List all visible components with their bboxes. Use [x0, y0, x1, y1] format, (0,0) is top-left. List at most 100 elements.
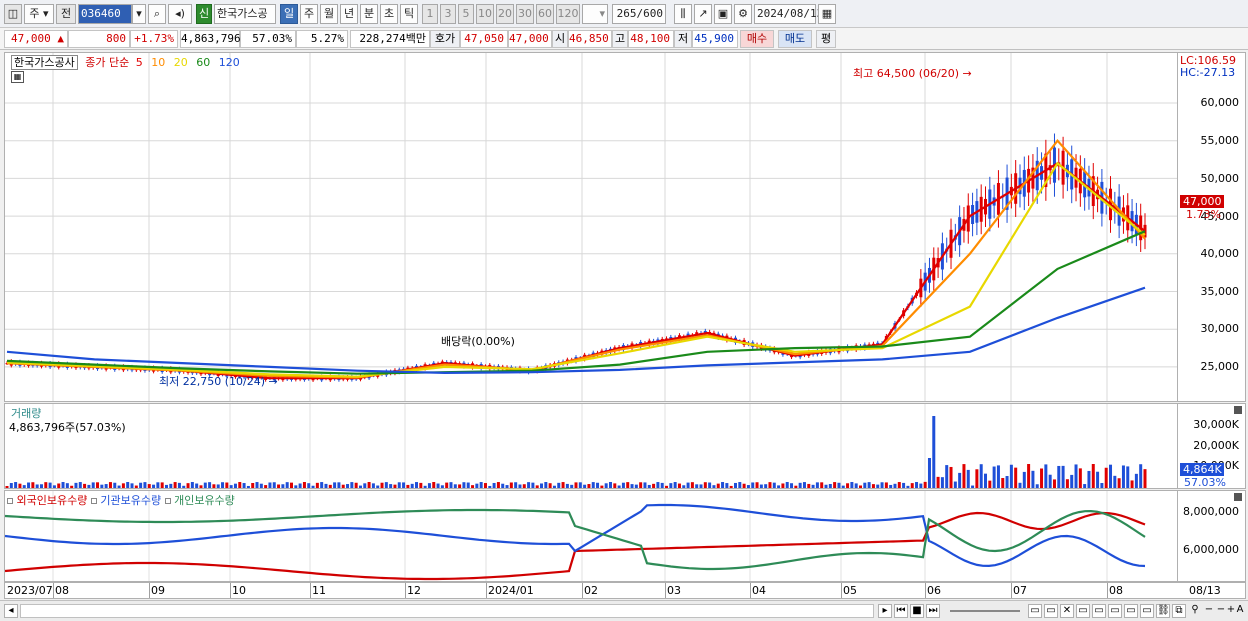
- save-icon[interactable]: ▣: [714, 4, 732, 24]
- individual-holding-line: [5, 508, 1146, 571]
- interval-1[interactable]: 1: [422, 4, 438, 24]
- count-input[interactable]: 265/600: [612, 4, 666, 24]
- layout-icon-1[interactable]: ▭: [1028, 604, 1042, 618]
- stop-icon[interactable]: ■: [910, 604, 924, 618]
- buy-button[interactable]: 매수: [740, 30, 774, 48]
- scroll-track[interactable]: [20, 604, 874, 618]
- volume-bar: [389, 484, 393, 488]
- volume-bar: [307, 483, 311, 488]
- layout-icon-2[interactable]: ▭: [1044, 604, 1058, 618]
- interval-120[interactable]: 120: [556, 4, 580, 24]
- draw-tool-icon[interactable]: ↗: [694, 4, 712, 24]
- prev-button[interactable]: 전: [56, 4, 76, 24]
- tab-week[interactable]: 주: [300, 4, 318, 24]
- interval-20[interactable]: 20: [496, 4, 514, 24]
- link-icon[interactable]: ⛓: [1156, 604, 1170, 618]
- tab-tick[interactable]: 틱: [400, 4, 418, 24]
- volume-bar: [65, 483, 69, 488]
- zoom-icon[interactable]: ⚲: [1188, 604, 1202, 618]
- layout-icon-6[interactable]: ▭: [1124, 604, 1138, 618]
- sell-button[interactable]: 매도: [778, 30, 812, 48]
- bid-label: 호가: [430, 30, 460, 48]
- low-note-text: 최저 22,750 (10/24): [159, 375, 266, 388]
- date-input[interactable]: 2024/08/13: [754, 4, 823, 24]
- volume-bar: [527, 482, 531, 488]
- layout-icon-5[interactable]: ▭: [1108, 604, 1122, 618]
- code-dropdown-icon[interactable]: ▾: [132, 4, 146, 24]
- volume-bar: [376, 485, 380, 488]
- eval-button[interactable]: 평: [816, 30, 836, 48]
- price-value: 47,000: [11, 32, 51, 45]
- volume-bar: [634, 484, 638, 488]
- volume-pane[interactable]: 거래량 4,863,796주(57.03%): [4, 403, 1178, 489]
- volume-close-icon[interactable]: [1234, 406, 1242, 414]
- volume-value: 4,863,796주(57.03%): [9, 421, 126, 434]
- holdings-close-icon[interactable]: [1234, 493, 1242, 501]
- scroll-left-icon[interactable]: ◂: [4, 604, 18, 618]
- tab-second[interactable]: 초: [380, 4, 398, 24]
- interval-10[interactable]: 10: [476, 4, 494, 24]
- tab-year[interactable]: 년: [340, 4, 358, 24]
- volume-bar: [910, 483, 914, 488]
- volume-bar: [794, 485, 798, 488]
- holdings-pane[interactable]: 외국인보유수량 기관보유수량 개인보유수량: [4, 490, 1178, 582]
- x-axis: 2023/07 08 09 10 11 12 2024/01 02 03 04 …: [4, 582, 1246, 599]
- font-size-icon[interactable]: A: [1234, 604, 1246, 618]
- volume-bar: [992, 466, 996, 488]
- speaker-icon[interactable]: ◂): [168, 4, 192, 24]
- tab-minute[interactable]: 분: [360, 4, 378, 24]
- volume-bar: [483, 483, 487, 488]
- candle-icon[interactable]: ⫼: [674, 4, 692, 24]
- market-label: 주: [29, 7, 40, 20]
- go-last-icon[interactable]: ⏭: [926, 604, 940, 618]
- search-icon[interactable]: ⌕: [148, 4, 166, 24]
- chart-type-icon[interactable]: ◫: [4, 4, 22, 24]
- volume-bar: [52, 485, 56, 488]
- volume-bar: [268, 482, 272, 488]
- volume-bar: [39, 484, 43, 488]
- low-price: 45,900: [692, 30, 738, 48]
- hold-tick-6000000: 6,000,000: [1183, 543, 1239, 556]
- custom-interval-select[interactable]: ▾: [582, 4, 608, 24]
- layout-icon-7[interactable]: ▭: [1140, 604, 1154, 618]
- volume-bar: [458, 484, 462, 488]
- scroll-right-icon[interactable]: ▸: [878, 604, 892, 618]
- volume-bar: [354, 482, 358, 488]
- volume-bar: [591, 482, 595, 488]
- volume-bar: [363, 483, 367, 488]
- stock-code-input[interactable]: 036460: [78, 4, 132, 24]
- go-first-icon[interactable]: ⏮: [894, 604, 908, 618]
- volume-bar: [427, 483, 431, 488]
- zoom-slider[interactable]: [950, 610, 1020, 612]
- volume-bar: [544, 482, 548, 488]
- volume-bar: [828, 484, 832, 488]
- y-tick-60000: 60,000: [1200, 96, 1240, 109]
- calendar-icon[interactable]: ▦: [818, 4, 836, 24]
- table-toggle-icon[interactable]: ▦: [11, 71, 24, 83]
- layout-icon-3[interactable]: ▭: [1076, 604, 1090, 618]
- current-price: 47,000 ▲: [4, 30, 68, 48]
- settings-gear-icon[interactable]: ⚙: [734, 4, 752, 24]
- volume-bar: [462, 482, 466, 488]
- ma-line-20: [6, 161, 1146, 378]
- interval-5[interactable]: 5: [458, 4, 474, 24]
- volume-bar: [199, 485, 203, 488]
- layout-icon-4[interactable]: ▭: [1092, 604, 1106, 618]
- volume-bar: [984, 473, 988, 488]
- interval-3[interactable]: 3: [440, 4, 456, 24]
- x-label-05: 05: [843, 584, 857, 597]
- crosshair-icon[interactable]: ✕: [1060, 604, 1074, 618]
- stock-name-field[interactable]: 한국가스공: [214, 4, 276, 24]
- market-select[interactable]: 주 ▾: [24, 4, 54, 24]
- interval-60[interactable]: 60: [536, 4, 554, 24]
- volume-bar: [164, 484, 168, 488]
- interval-30[interactable]: 30: [516, 4, 534, 24]
- copy-icon[interactable]: ⧉: [1172, 604, 1186, 618]
- tab-month[interactable]: 월: [320, 4, 338, 24]
- tab-day[interactable]: 일: [280, 4, 298, 24]
- volume-bar: [772, 482, 776, 488]
- x-sep: [149, 583, 150, 598]
- price-chart-pane[interactable]: 한국가스공사 종가 단순 5 10 20 60 120 ▦ 최고 64,500 …: [4, 52, 1178, 402]
- individual-holding-label: 개인보유수량: [174, 494, 235, 507]
- volume-bar: [264, 485, 268, 488]
